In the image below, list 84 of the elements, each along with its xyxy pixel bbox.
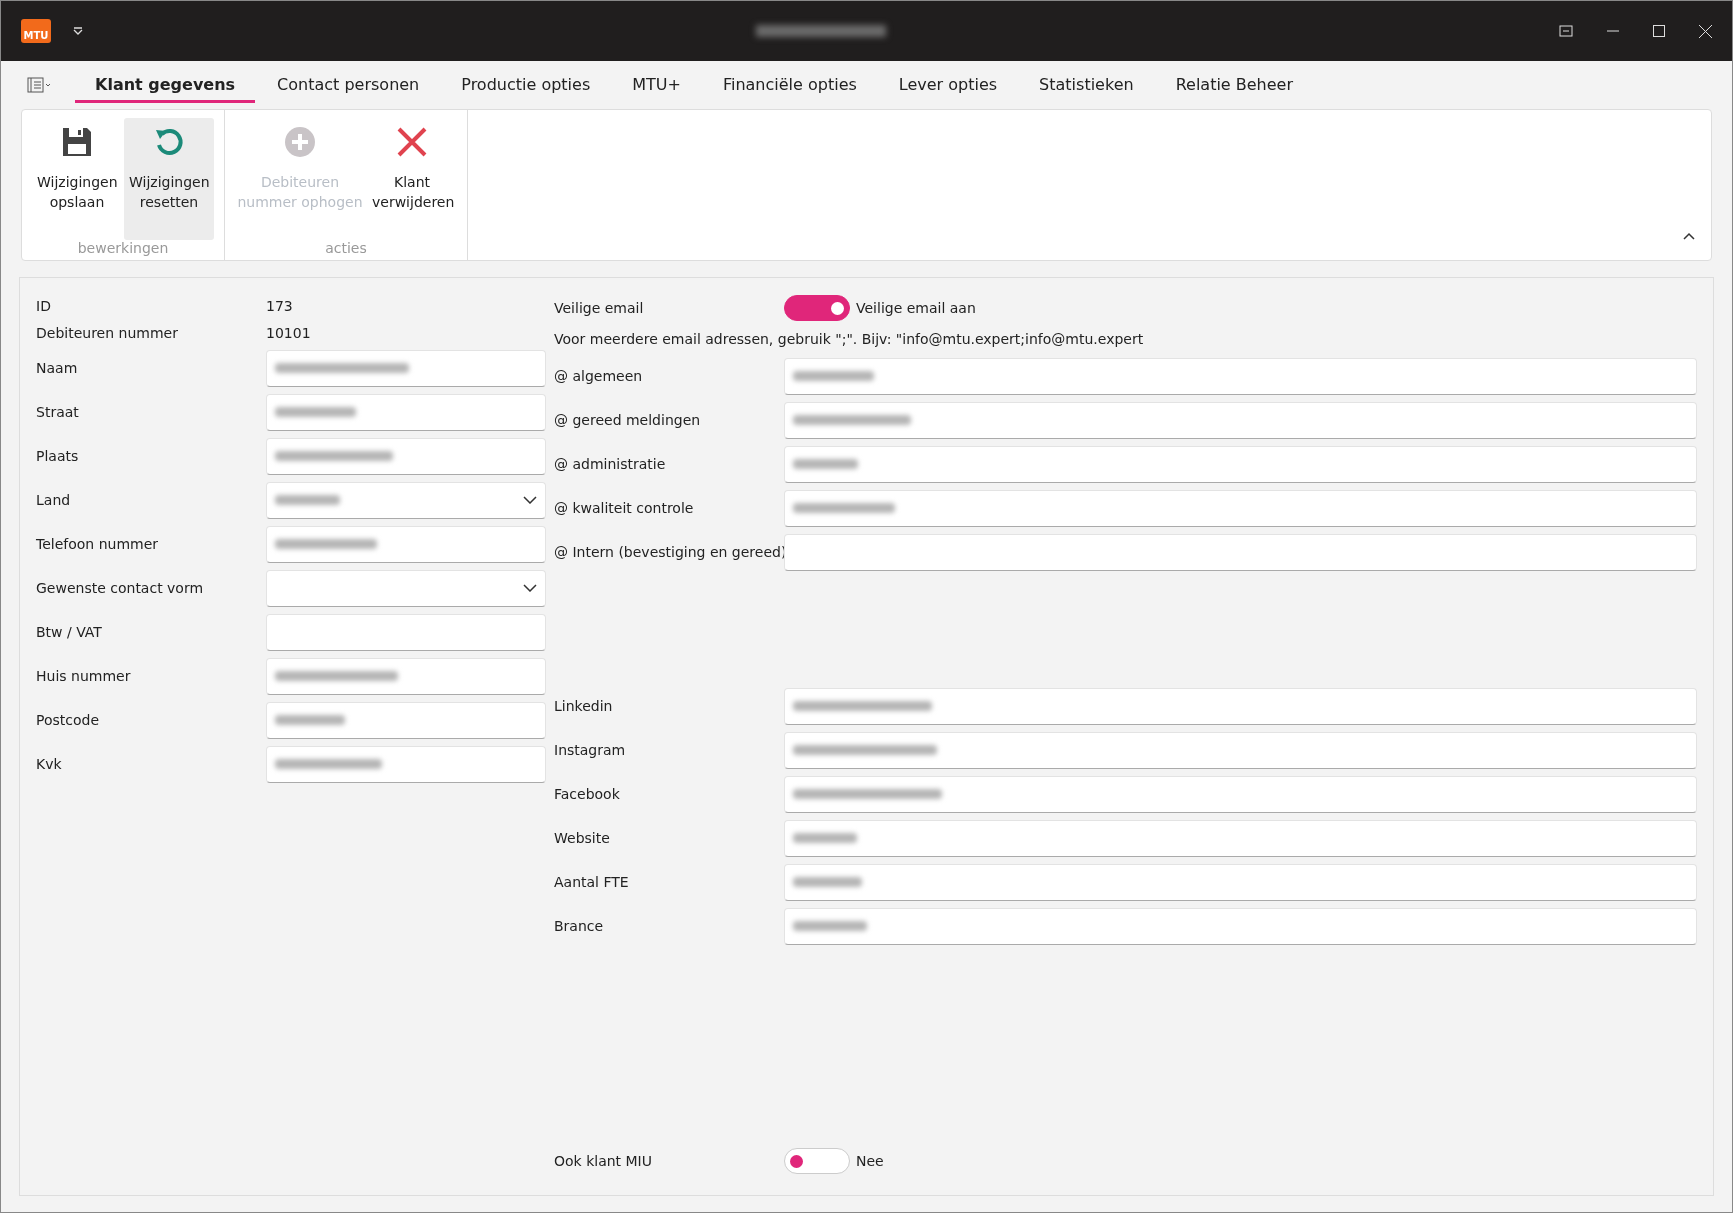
group-label: bewerkingen (76, 240, 170, 256)
field-label: @ kwaliteit controle (554, 500, 695, 516)
input-field[interactable] (784, 775, 1697, 813)
chevron-down-icon (523, 584, 537, 592)
toolbar-button[interactable]: Klant verwijderen (367, 118, 457, 240)
field-label: Ook klant MIU (554, 1153, 653, 1169)
toggle-label: Nee (856, 1153, 884, 1169)
field-value: 10101 (266, 324, 311, 341)
toggle-switch[interactable] (784, 295, 850, 321)
field-label: Btw / VAT (36, 624, 103, 640)
input-field[interactable] (266, 525, 546, 563)
chevron-down-icon (523, 496, 537, 504)
input-field[interactable] (266, 613, 546, 651)
collapse-icon[interactable] (1683, 232, 1695, 240)
toggle-label: Veilige email aan (856, 300, 976, 316)
input-field[interactable] (266, 349, 546, 387)
tab[interactable]: Klant gegevens (75, 67, 256, 103)
input-field[interactable] (266, 657, 546, 695)
maximize-icon[interactable] (1653, 25, 1665, 37)
input-field[interactable] (784, 687, 1697, 725)
field-label: Plaats (36, 448, 80, 464)
tab[interactable]: MTU+ (612, 67, 701, 103)
dropdown-icon[interactable] (73, 27, 83, 35)
toolbar-button[interactable]: Wijzigingen resetten (124, 118, 214, 240)
blurred-value (793, 833, 857, 843)
field-label: Naam (36, 360, 79, 376)
blurred-value (793, 459, 858, 469)
tab[interactable]: Lever opties (878, 67, 1018, 103)
undo-icon (153, 126, 185, 158)
field-label: @ gereed meldingen (554, 412, 702, 428)
field-label: Debiteuren nummer (36, 324, 179, 341)
toggle-switch[interactable] (784, 1148, 850, 1174)
tab[interactable]: Productie opties (441, 67, 611, 103)
input-field[interactable] (784, 533, 1697, 571)
blurred-value (275, 495, 340, 505)
input-field[interactable] (784, 819, 1697, 857)
field-label: @ algemeen (554, 368, 644, 384)
save-icon (61, 126, 93, 158)
input-field[interactable] (266, 437, 546, 475)
field-label: @ Intern (bevestiging en gereed) (554, 544, 784, 560)
input-field[interactable] (784, 907, 1697, 945)
field-label: Website (554, 830, 611, 846)
toolbar-button[interactable]: Wijzigingen opslaan (32, 118, 122, 240)
field-label: Land (36, 492, 72, 508)
field-label: Aantal FTE (554, 874, 630, 890)
close-icon[interactable] (1699, 24, 1712, 38)
restore-icon[interactable] (1559, 25, 1573, 37)
field-label: Postcode (36, 712, 101, 728)
blurred-value (275, 715, 345, 725)
dropdown[interactable] (266, 569, 546, 607)
field-label: Straat (36, 404, 80, 420)
field-label: Telefoon nummer (36, 536, 160, 552)
field-label: Huis nummer (36, 668, 132, 684)
input-field[interactable] (784, 357, 1697, 395)
input-field[interactable] (266, 393, 546, 431)
input-field[interactable] (266, 701, 546, 739)
close-icon (396, 126, 428, 158)
tab[interactable]: Relatie Beheer (1155, 67, 1313, 103)
plus-circle-icon (284, 126, 316, 158)
input-field[interactable] (784, 489, 1697, 527)
field-label: Facebook (554, 786, 621, 802)
menu-icon[interactable] (27, 77, 53, 93)
dropdown[interactable] (266, 481, 546, 519)
tab[interactable]: Contact personen (257, 67, 440, 103)
field-label: @ administratie (554, 456, 667, 472)
field-label: Gewenste contact vorm (36, 580, 205, 596)
input-field[interactable] (784, 731, 1697, 769)
field-label: Instagram (554, 742, 627, 758)
input-field[interactable] (266, 745, 546, 783)
field-label: Brance (554, 918, 605, 934)
group-label: acties (324, 240, 368, 256)
field-label: Linkedin (554, 698, 614, 714)
tab[interactable]: Statistieken (1019, 67, 1154, 103)
tab[interactable]: Financiële opties (702, 67, 877, 103)
input-field[interactable] (784, 863, 1697, 901)
field-label: Kvk (36, 756, 63, 772)
input-field[interactable] (784, 445, 1697, 483)
app-logo: MTU (21, 19, 51, 43)
field-label: ID (36, 297, 52, 314)
hint-text: Voor meerdere email adressen, gebruik ";". Bijv: "info@mtu.expert;info@mtu.expert (554, 330, 1145, 349)
blurred-value (793, 877, 862, 887)
input-field[interactable] (784, 401, 1697, 439)
field-label: Veilige email (554, 300, 645, 316)
field-value: 173 (266, 297, 293, 314)
